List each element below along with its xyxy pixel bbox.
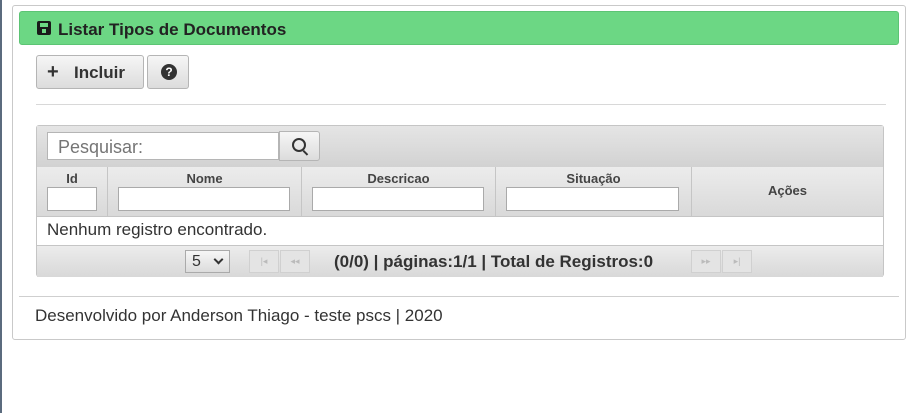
column-descricao: Descricao	[302, 167, 496, 216]
filter-id-input[interactable]	[47, 187, 97, 211]
document-icon	[37, 21, 51, 35]
column-descricao-label: Descricao	[367, 171, 430, 186]
filter-situacao-input[interactable]	[506, 187, 679, 211]
window-left-edge	[0, 0, 2, 413]
column-nome-label: Nome	[186, 171, 223, 186]
column-nome: Nome	[108, 167, 302, 216]
footer-text: Desenvolvido por Anderson Thiago - teste…	[35, 306, 443, 325]
help-button[interactable]: ?	[147, 55, 189, 89]
content-panel: Listar Tipos de Documentos + Incluir ? I…	[12, 5, 906, 340]
data-table: Id Nome Descricao Situação Ações Nenhum …	[36, 125, 884, 277]
search-icon	[292, 138, 306, 152]
help-icon: ?	[161, 64, 177, 80]
table-toolbar	[37, 126, 883, 168]
chevron-down-icon	[213, 254, 224, 265]
column-situacao: Situação	[496, 167, 692, 216]
paginator: 5 |◂ ◂◂ (0/0) | páginas:1/1 | Total de R…	[37, 245, 883, 277]
plus-icon: +	[47, 61, 59, 83]
column-acoes: Ações	[692, 167, 883, 216]
incluir-button-label: Incluir	[74, 63, 126, 82]
search-button[interactable]	[279, 131, 320, 161]
page-title: Listar Tipos de Documentos	[58, 20, 287, 39]
next-page-button[interactable]: ▸▸	[691, 250, 721, 273]
divider	[36, 104, 886, 105]
rows-per-page-value: 5	[192, 253, 201, 270]
table-header: Id Nome Descricao Situação Ações	[37, 167, 883, 217]
column-acoes-label: Ações	[767, 183, 808, 198]
filter-descricao-input[interactable]	[312, 187, 484, 211]
pager-info: (0/0) | páginas:1/1 | Total de Registros…	[334, 252, 654, 271]
search-input[interactable]	[47, 132, 279, 160]
footer-divider	[19, 296, 899, 297]
incluir-button[interactable]: + Incluir	[36, 55, 144, 89]
last-page-button[interactable]: ▸|	[722, 250, 752, 273]
column-situacao-label: Situação	[566, 171, 621, 186]
rows-per-page-select[interactable]: 5	[185, 250, 230, 273]
panel-header: Listar Tipos de Documentos	[19, 11, 899, 45]
column-id: Id	[37, 167, 108, 216]
prev-page-button[interactable]: ◂◂	[280, 250, 310, 273]
filter-nome-input[interactable]	[118, 187, 290, 211]
empty-message: Nenhum registro encontrado.	[47, 220, 268, 239]
column-id-label: Id	[66, 171, 78, 186]
first-page-button[interactable]: |◂	[249, 250, 279, 273]
